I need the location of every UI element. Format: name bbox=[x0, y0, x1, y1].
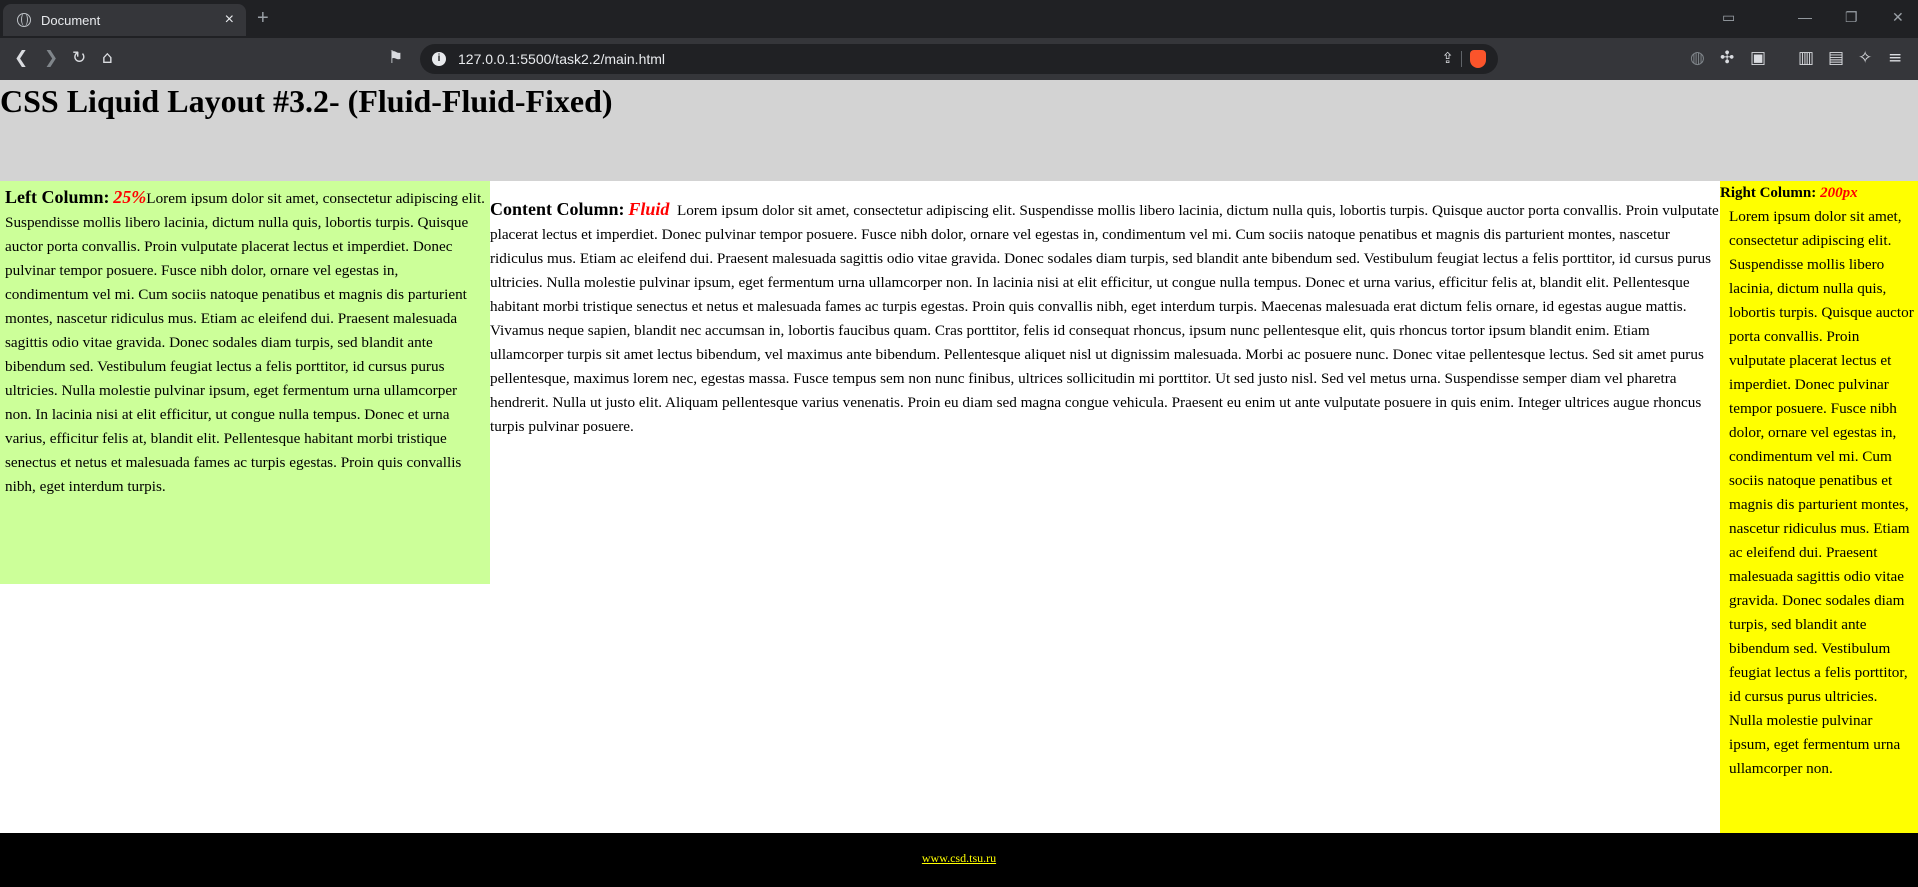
left-column: Left Column: 25%Lorem ipsum dolor sit am… bbox=[0, 181, 490, 584]
wallet-icon[interactable]: ▭ bbox=[1722, 9, 1735, 26]
new-tab-icon[interactable]: + bbox=[257, 7, 269, 30]
tab-strip: Document × + ▭ — ❐ ✕ bbox=[0, 0, 1918, 38]
leo-ai-icon[interactable]: ✧ bbox=[1858, 48, 1872, 68]
globe-icon bbox=[17, 13, 31, 27]
page-header: CSS Liquid Layout #3.2- (Fluid-Fluid-Fix… bbox=[0, 80, 1918, 181]
browser-toolbar: ❮ ❯ ↻ ⌂ ⚑ i 127.0.0.1:5500/task2.2/main.… bbox=[0, 38, 1918, 80]
menu-icon[interactable]: ≡ bbox=[1888, 48, 1902, 68]
page-footer: www.csd.tsu.ru bbox=[0, 833, 1918, 887]
left-column-text: Lorem ipsum dolor sit amet, consectetur … bbox=[5, 190, 485, 495]
close-window-icon[interactable]: ✕ bbox=[1892, 9, 1904, 26]
content-column-text: Lorem ipsum dolor sit amet, consectetur … bbox=[490, 202, 1719, 435]
tab-close-icon[interactable]: × bbox=[225, 11, 234, 29]
content-column: Content Column: Fluid Lorem ipsum dolor … bbox=[490, 181, 1720, 439]
address-bar[interactable]: i 127.0.0.1:5500/task2.2/main.html ⇪ bbox=[420, 44, 1498, 74]
bookmark-icon[interactable]: ⚑ bbox=[388, 48, 403, 68]
right-column-label: Right Column: bbox=[1720, 185, 1817, 201]
page-title: CSS Liquid Layout #3.2- (Fluid-Fluid-Fix… bbox=[0, 83, 613, 119]
right-column-heading: Right Column: 200px bbox=[1720, 181, 1914, 205]
site-info-icon[interactable]: i bbox=[432, 52, 446, 66]
page-viewport: CSS Liquid Layout #3.2- (Fluid-Fluid-Fix… bbox=[0, 80, 1918, 887]
vpn-icon[interactable]: ◍ bbox=[1690, 48, 1705, 68]
reload-icon[interactable]: ↻ bbox=[72, 48, 86, 68]
extensions-icon[interactable]: ✣ bbox=[1720, 48, 1734, 68]
right-column: Right Column: 200px Lorem ipsum dolor si… bbox=[1720, 181, 1918, 833]
left-column-width: 25% bbox=[113, 187, 147, 207]
content-column-label: Content Column: bbox=[490, 199, 625, 219]
back-icon[interactable]: ❮ bbox=[14, 48, 28, 68]
url-text[interactable]: 127.0.0.1:5500/task2.2/main.html bbox=[458, 51, 665, 67]
omnibox-divider bbox=[1461, 51, 1462, 67]
forward-icon[interactable]: ❯ bbox=[44, 48, 58, 68]
minimize-icon[interactable]: — bbox=[1798, 9, 1812, 25]
sidebar-icon[interactable]: ▥ bbox=[1798, 48, 1814, 68]
wallet-toolbar-icon[interactable]: ▤ bbox=[1828, 48, 1844, 68]
share-icon[interactable]: ⇪ bbox=[1441, 49, 1454, 67]
tab-title: Document bbox=[41, 12, 101, 28]
content-column-width: Fluid bbox=[628, 199, 670, 219]
media-icon[interactable]: ▣ bbox=[1750, 48, 1766, 68]
brave-shields-icon[interactable] bbox=[1470, 50, 1486, 68]
right-column-text: Lorem ipsum dolor sit amet, consectetur … bbox=[1729, 208, 1914, 777]
right-column-width: 200px bbox=[1820, 185, 1858, 201]
left-column-label: Left Column: bbox=[5, 187, 110, 207]
tab-document[interactable]: Document × bbox=[3, 4, 246, 36]
footer-link[interactable]: www.csd.tsu.ru bbox=[922, 851, 996, 865]
restore-icon[interactable]: ❐ bbox=[1845, 9, 1858, 26]
home-icon[interactable]: ⌂ bbox=[102, 48, 113, 68]
